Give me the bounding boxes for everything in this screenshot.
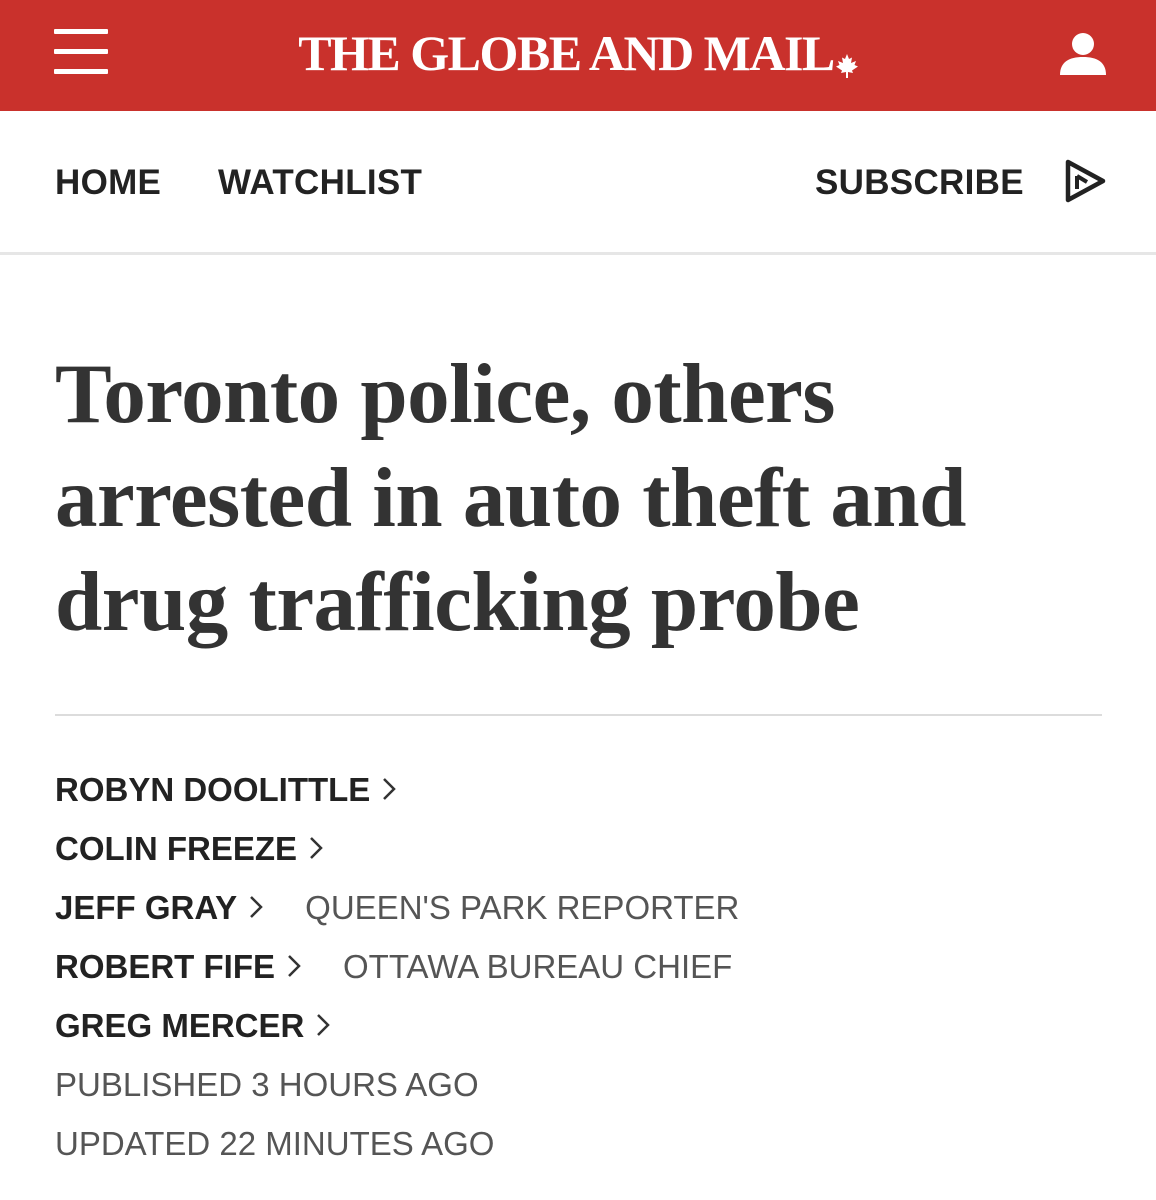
author-row: ROBERT FIFE OTTAWA BUREAU CHIEF	[55, 937, 1105, 996]
nav-subscribe-link[interactable]: SUBSCRIBE	[815, 163, 1024, 203]
author-row: ROBYN DOOLITTLE	[55, 760, 1105, 819]
author-row: COLIN FREEZE	[55, 819, 1105, 878]
user-account-icon[interactable]	[1058, 31, 1108, 77]
logo-text: THE GLOBE AND MAIL	[298, 25, 835, 81]
author-link[interactable]: ROBERT FIFE	[55, 948, 301, 986]
author-row: JEFF GRAY QUEEN'S PARK REPORTER	[55, 878, 1105, 937]
author-link[interactable]: GREG MERCER	[55, 1006, 331, 1045]
article-byline: ROBYN DOOLITTLE COLIN FREEZE JEFF GRAY Q…	[55, 760, 1105, 1173]
author-row: GREG MERCER	[55, 996, 1105, 1055]
hamburger-menu-icon[interactable]	[54, 29, 108, 75]
chevron-right-icon	[309, 830, 323, 868]
author-name: COLIN FREEZE	[55, 829, 298, 867]
play-audio-icon[interactable]	[1062, 158, 1108, 204]
site-logo-link[interactable]: THE GLOBE AND MAIL	[298, 25, 858, 81]
author-name: ROBYN DOOLITTLE	[55, 770, 371, 808]
author-name: JEFF GRAY	[55, 888, 238, 926]
menu-line	[54, 69, 108, 74]
headline-divider	[55, 714, 1102, 716]
author-link[interactable]: JEFF GRAY	[55, 889, 263, 927]
published-timestamp: PUBLISHED 3 HOURS AGO	[55, 1065, 479, 1103]
author-link[interactable]: COLIN FREEZE	[55, 830, 323, 868]
author-role: OTTAWA BUREAU CHIEF	[343, 947, 733, 985]
author-name: GREG MERCER	[55, 1006, 305, 1044]
nav-home-link[interactable]: HOME	[55, 163, 161, 203]
site-logo: THE GLOBE AND MAIL	[0, 22, 1156, 92]
updated-timestamp: UPDATED 22 MINUTES AGO	[55, 1124, 495, 1162]
nav-watchlist-link[interactable]: WATCHLIST	[218, 163, 422, 203]
chevron-right-icon	[382, 771, 397, 809]
menu-line	[54, 29, 108, 34]
chevron-right-icon	[287, 948, 301, 986]
chevron-right-icon	[316, 1007, 331, 1045]
maple-leaf-icon	[835, 30, 858, 92]
article-headline: Toronto police, others arrested in auto …	[55, 347, 966, 649]
section-nav-bar: HOME WATCHLIST SUBSCRIBE	[0, 111, 1156, 255]
author-name: ROBERT FIFE	[55, 947, 275, 985]
author-role: QUEEN'S PARK REPORTER	[305, 888, 740, 926]
chevron-right-icon	[249, 889, 263, 927]
menu-line	[54, 49, 108, 54]
author-link[interactable]: ROBYN DOOLITTLE	[55, 770, 397, 809]
top-header-bar: THE GLOBE AND MAIL	[0, 0, 1156, 111]
